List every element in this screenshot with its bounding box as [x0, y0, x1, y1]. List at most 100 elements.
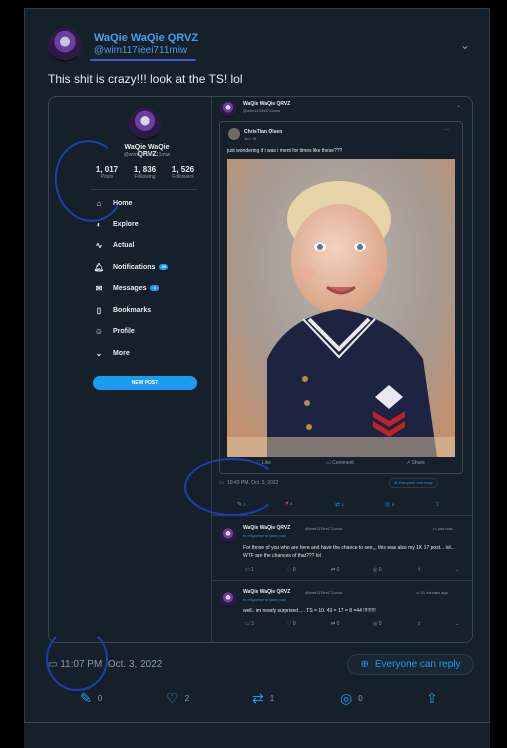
reply-count: 3	[251, 621, 254, 627]
column-divider	[211, 97, 212, 642]
notification-badge: 20	[159, 264, 169, 270]
share-icon: ⇪	[426, 690, 438, 706]
chevron-down-icon[interactable]: ⌄	[460, 38, 470, 52]
tweet-date: Oct. 3, 2022	[107, 659, 163, 670]
reply-icon: ▭ 3	[245, 621, 254, 627]
tweet-text: This shit is crazy!!! look at the TS! lo…	[48, 72, 243, 86]
new-post-button: NEW POST	[93, 376, 197, 390]
views-count: 0	[378, 567, 382, 573]
like-button[interactable]: ♡ 2	[166, 690, 189, 707]
comment-text: Comment	[332, 460, 354, 466]
quoted-time: 1m · ⊕	[244, 136, 257, 141]
post-author-handle: @wim117ieei711miw	[243, 108, 281, 113]
sidebar-item-label: Messages	[113, 284, 147, 292]
chevron-down-icon: ⌄	[95, 348, 103, 358]
sidebar-item-label: Bookmarks	[113, 306, 152, 314]
page-root: WaQie WaQie QRVZ @wim117ieei711miw ⌄ Thi…	[0, 0, 507, 748]
reply-setting-button[interactable]: ⊕ Everyone can reply	[347, 654, 474, 675]
views-icon: ◎ 0	[373, 621, 382, 627]
repost-count: 0	[336, 567, 340, 573]
views-icon: ◎ 0	[373, 567, 382, 573]
views-count: 0	[391, 502, 395, 507]
reply-text: For those of you who are here and have t…	[243, 545, 455, 559]
profile-icon: ☺	[94, 326, 104, 336]
post-avatar	[220, 101, 236, 117]
comment-label: ▭ Comment	[326, 460, 354, 466]
reply-avatar	[220, 591, 236, 607]
repost-icon: ⇄ 0	[331, 621, 340, 627]
repost-icon: ⇄	[252, 690, 264, 706]
views-count: 0	[378, 621, 382, 627]
heart-icon: ♥ 4	[285, 501, 293, 507]
quoted-post: ChrisTian Olsen 1m · ⊕ ··· just wonderin…	[219, 121, 463, 474]
child-portrait-photo	[227, 159, 455, 457]
reply-button[interactable]: ✎ 0	[80, 690, 102, 707]
sidebar-item-label: Actual	[113, 241, 135, 249]
sidebar-item-label: Notifications	[113, 263, 156, 271]
tweet-time: 11:07 PM	[60, 659, 103, 670]
right-margin	[490, 0, 507, 748]
sidebar-item-messages: ✉ Messages 1	[93, 282, 160, 294]
quoted-avatar	[228, 128, 240, 140]
share-icon: ⇪	[435, 502, 441, 508]
reply-author-name: WaQie WaQie QRVZ	[243, 525, 291, 531]
views-button[interactable]: ◎ 0	[340, 690, 363, 707]
stat-value: 1, 836	[133, 165, 157, 174]
handle-underline-scribble	[90, 59, 196, 61]
heart-icon: ♡ 0	[287, 621, 296, 627]
heart-icon: ♡	[166, 690, 179, 706]
bookmark-icon: ▯	[96, 305, 102, 315]
chevron-down-icon: ⌄	[456, 103, 462, 109]
sidebar-handle: @wim117ieei711miw	[123, 152, 171, 158]
quoted-author-name: ChrisTian Olsen	[244, 129, 283, 135]
reply-icon: ▭ 1	[245, 567, 254, 573]
sidebar-item-notifications: 🔔︎ Notifications 20	[93, 261, 169, 273]
views-icon: ◎ 0	[385, 502, 395, 508]
stat-label: Followers	[172, 174, 194, 180]
views-count: 0	[358, 694, 363, 703]
separator	[211, 515, 472, 516]
mail-icon: ✉	[95, 283, 103, 293]
author-name[interactable]: WaQie WaQie QRVZ	[94, 32, 198, 44]
reply-text: well.. im nearly surprised..... TS = 10.…	[243, 608, 376, 614]
heart-icon: ♡ 0	[287, 567, 296, 573]
repost-icon: ⇄ 1	[335, 502, 344, 508]
tweet-timestamp: ▭ 11:07 PM Oct. 3, 2022	[48, 659, 163, 670]
sidebar-item-profile: ☺ Profile	[93, 325, 135, 337]
sidebar-item-bookmarks: ▯ Bookmarks	[93, 304, 151, 316]
share-button[interactable]: ⇪	[426, 690, 438, 707]
message-badge: 1	[150, 285, 160, 291]
share-label: ↗ Share	[406, 460, 425, 466]
repost-icon: ⇄ 0	[331, 567, 340, 573]
avatar[interactable]	[48, 28, 82, 62]
reply-context: In response to your post	[243, 597, 286, 602]
share-icon: ⇪	[417, 567, 422, 573]
sidebar-item-label: More	[113, 349, 130, 357]
pulse-icon: ∿	[95, 240, 103, 250]
reply-count: 0	[97, 694, 103, 703]
post-author-name: WaQie WaQie QRVZ	[243, 101, 291, 107]
reply-setting-text: Everyone can reply	[398, 480, 433, 485]
like-count: 0	[292, 567, 296, 573]
repost-button[interactable]: ⇄ 1	[252, 690, 274, 707]
like-count: 2	[184, 694, 190, 703]
sidebar-item-actual: ∿ Actual	[93, 239, 135, 251]
reply-time-text: just now	[437, 526, 453, 531]
reply-count: 1	[251, 567, 254, 573]
reply-time-text: 11 minutes ago	[420, 590, 448, 595]
repost-count: 0	[336, 621, 340, 627]
author-handle[interactable]: @wim117ieei711miw	[94, 45, 187, 56]
like-count: 0	[292, 621, 296, 627]
chevron-down-icon: ⌄	[455, 621, 460, 627]
reply-time: ▭ just now	[433, 526, 453, 531]
share-icon: ⇪	[417, 621, 422, 627]
stat-following: 1, 836 Following	[127, 165, 163, 180]
repost-count: 1	[341, 502, 344, 507]
sidebar-item-label: Profile	[113, 327, 135, 335]
chevron-down-icon: ⌄	[455, 567, 460, 573]
globe-icon: ⊕	[360, 659, 369, 670]
card-top-border	[24, 8, 490, 9]
reply-setting-label: Everyone can reply	[374, 659, 461, 670]
like-count: 4	[290, 501, 293, 506]
sidebar-item-label: Explore	[113, 220, 139, 228]
